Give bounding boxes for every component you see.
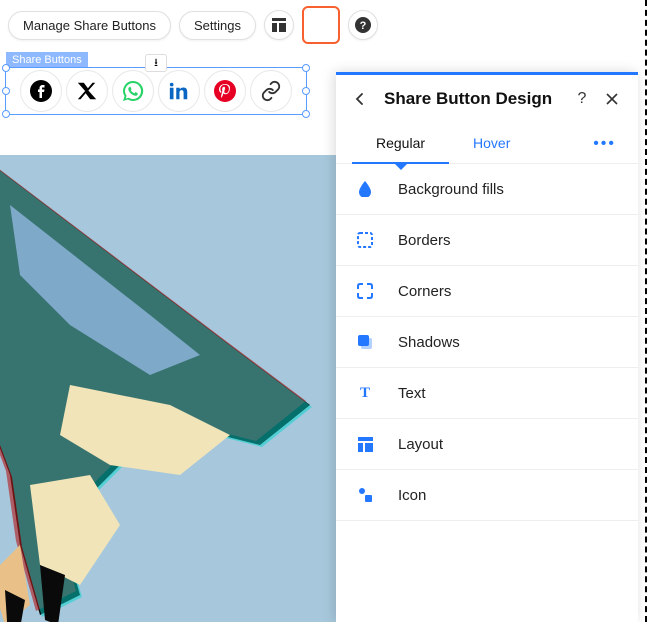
resize-handle[interactable] <box>302 110 310 118</box>
design-options-list: Background fills Borders Corners Shadows… <box>336 164 638 521</box>
widget-label: Share Buttons <box>6 52 88 68</box>
panel-title: Share Button Design <box>384 89 562 109</box>
pinterest-share-button[interactable] <box>204 70 246 112</box>
option-corners[interactable]: Corners <box>336 266 638 317</box>
chevron-left-icon <box>354 93 366 105</box>
option-borders[interactable]: Borders <box>336 215 638 266</box>
icon-option-icon <box>356 486 374 504</box>
option-icon[interactable]: Icon <box>336 470 638 521</box>
option-label: Background fills <box>398 181 504 198</box>
option-label: Layout <box>398 436 443 453</box>
option-layout[interactable]: Layout <box>336 419 638 470</box>
facebook-share-button[interactable] <box>20 70 62 112</box>
option-label: Corners <box>398 283 451 300</box>
resize-handle[interactable] <box>302 87 310 95</box>
help-icon-button[interactable]: ? <box>348 10 378 40</box>
share-buttons-widget[interactable]: ⭳ <box>5 67 307 115</box>
corners-icon <box>356 282 374 300</box>
option-text[interactable]: T Text <box>336 368 638 419</box>
pinterest-icon <box>213 79 237 103</box>
back-button[interactable] <box>350 89 370 109</box>
resize-handle[interactable] <box>2 87 10 95</box>
option-background-fills[interactable]: Background fills <box>336 164 638 215</box>
facebook-icon <box>29 79 53 103</box>
option-label: Shadows <box>398 334 460 351</box>
download-icon[interactable]: ⭳ <box>145 54 167 72</box>
tab-hover[interactable]: Hover <box>449 125 534 163</box>
panel-header: Share Button Design ? <box>336 75 638 125</box>
panel-close-button[interactable] <box>602 89 622 109</box>
x-icon <box>76 80 98 102</box>
layout-option-icon <box>356 435 374 453</box>
resize-handle[interactable] <box>2 64 10 72</box>
canvas-area <box>0 155 340 622</box>
resize-handle[interactable] <box>2 110 10 118</box>
tab-more-button[interactable]: ••• <box>587 125 622 163</box>
action-toolbar: Manage Share Buttons Settings ? <box>8 6 378 44</box>
paintbrush-icon <box>313 15 329 31</box>
text-icon: T <box>356 384 374 402</box>
design-tabs: Regular Hover ••• <box>336 125 638 164</box>
resize-handle[interactable] <box>302 64 310 72</box>
design-icon-button-active[interactable] <box>302 6 340 44</box>
x-share-button[interactable] <box>66 70 108 112</box>
option-label: Borders <box>398 232 451 249</box>
option-shadows[interactable]: Shadows <box>336 317 638 368</box>
tab-regular[interactable]: Regular <box>352 125 449 163</box>
settings-button[interactable]: Settings <box>179 11 256 40</box>
panel-help-button[interactable]: ? <box>572 89 592 109</box>
link-share-button[interactable] <box>250 70 292 112</box>
layout-icon <box>272 18 286 32</box>
link-icon <box>260 80 282 102</box>
linkedin-share-button[interactable] <box>158 70 200 112</box>
bird-artwork <box>0 155 340 622</box>
linkedin-icon <box>168 80 190 102</box>
borders-icon <box>356 231 374 249</box>
manage-share-buttons-button[interactable]: Manage Share Buttons <box>8 11 171 40</box>
svg-text:?: ? <box>360 20 367 32</box>
whatsapp-share-button[interactable] <box>112 70 154 112</box>
option-label: Icon <box>398 487 426 504</box>
whatsapp-icon <box>121 79 145 103</box>
shadows-icon <box>356 333 374 351</box>
option-label: Text <box>398 385 426 402</box>
close-icon <box>606 93 618 105</box>
share-button-design-panel: Share Button Design ? Regular Hover ••• … <box>336 72 638 622</box>
layout-icon-button[interactable] <box>264 10 294 40</box>
fill-icon <box>356 180 374 198</box>
help-icon: ? <box>355 17 371 33</box>
